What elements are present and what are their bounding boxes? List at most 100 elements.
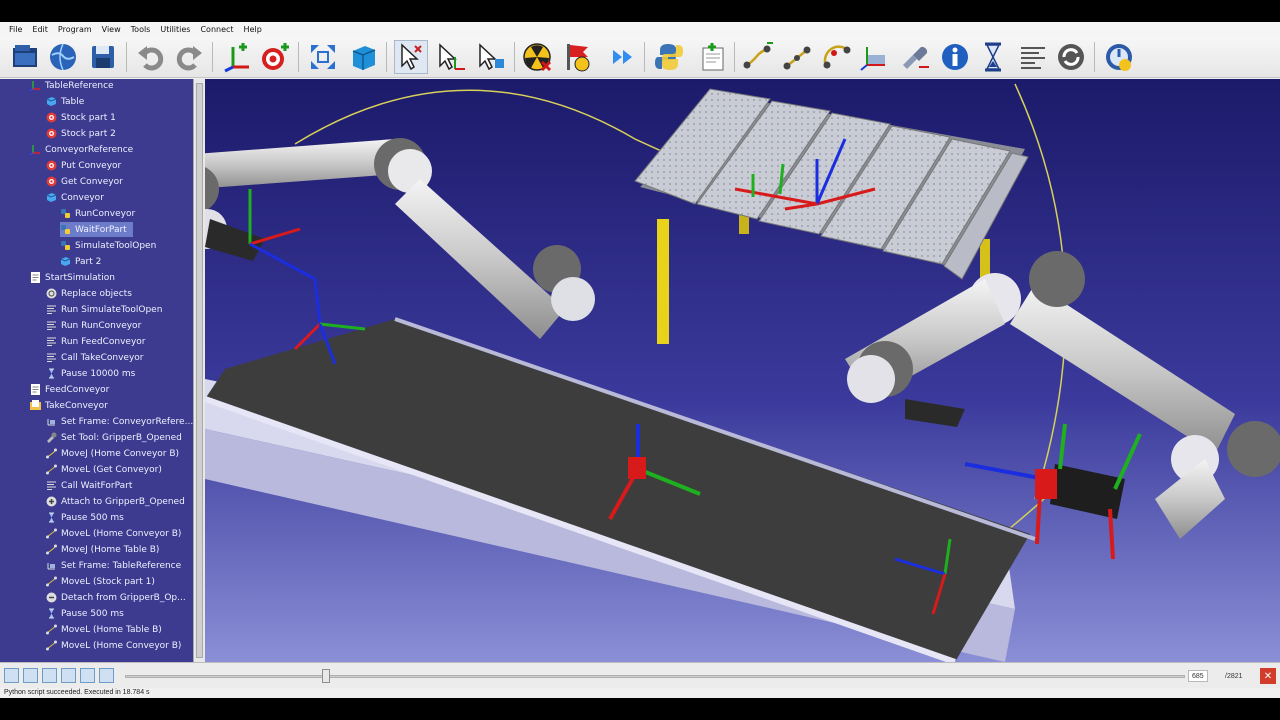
loop-icon[interactable] [99,668,114,683]
save-icon[interactable] [86,40,120,74]
tree-item[interactable]: Set Tool: GripperB_Opened [46,430,182,445]
redo-icon[interactable] [172,40,206,74]
undo-icon[interactable] [134,40,168,74]
target-icon [46,160,57,171]
play-icon[interactable] [42,668,57,683]
tree-scrollbar[interactable] [193,79,205,662]
tree-item[interactable]: Part 2 [60,254,101,269]
tree-item[interactable]: Set Frame: ConveyorRefere... [46,414,193,429]
current-frame-field[interactable]: 685 [1188,670,1208,682]
tree-scrollbar-thumb[interactable] [196,83,203,658]
online-library-icon[interactable] [46,40,80,74]
menu-utilities[interactable]: Utilities [155,25,195,34]
connect-robot-icon[interactable] [1102,40,1136,74]
tree-item[interactable]: Run RunConveyor [46,318,141,333]
move-joint-icon[interactable] [740,40,774,74]
target-icon [46,176,57,187]
3d-viewport[interactable] [205,79,1280,662]
tree-item[interactable]: Get Conveyor [46,174,123,189]
isometric-view-icon[interactable] [346,40,380,74]
detach-icon [46,592,57,603]
move-linear-icon[interactable] [780,40,814,74]
tree-item[interactable]: Stock part 1 [46,110,116,125]
tree-item[interactable]: Set Frame: TableReference [46,558,181,573]
add-target-icon[interactable] [258,40,292,74]
menu-file[interactable]: File [4,25,27,34]
tree-item[interactable]: FeedConveyor [30,382,109,397]
move-circular-icon[interactable] [820,40,854,74]
last-frame-icon[interactable] [80,668,95,683]
menu-tools[interactable]: Tools [126,25,156,34]
rotate-icon[interactable] [1054,40,1088,74]
program-call-icon [46,320,57,331]
timeline-track[interactable] [125,675,1185,678]
check-collisions-icon[interactable] [520,40,554,74]
object-icon [46,192,57,203]
tree-item[interactable]: Call WaitForPart [46,478,132,493]
tree-item[interactable]: Pause 10000 ms [46,366,135,381]
tree-item[interactable]: Pause 500 ms [46,510,124,525]
select-icon[interactable] [394,40,428,74]
pause-icon[interactable] [976,40,1010,74]
tree-item[interactable]: SimulateToolOpen [60,238,156,253]
tree-item-label: Replace objects [61,288,132,299]
menu-edit[interactable]: Edit [27,25,53,34]
tree-item[interactable]: Attach to GripperB_Opened [46,494,185,509]
tree-item[interactable]: Conveyor [46,190,104,205]
tree-item-label: Part 2 [75,256,102,267]
timeline-slider-thumb[interactable] [322,669,331,683]
move-linear-icon [46,640,57,651]
previous-frame-icon[interactable] [23,668,38,683]
tree-item[interactable]: Stock part 2 [46,126,116,141]
tree-item[interactable]: MoveL (Home Conveyor B) [46,638,181,653]
tree-item[interactable]: TableReference [29,79,114,93]
python-program-icon[interactable] [652,40,686,74]
fast-simulation-icon[interactable] [606,40,640,74]
tree-item[interactable]: MoveJ (Home Table B) [46,542,159,557]
object-icon [60,256,71,267]
tree-item[interactable]: MoveL (Home Conveyor B) [46,526,181,541]
main-toolbar [0,36,1280,78]
next-frame-icon[interactable] [61,668,76,683]
tree-item[interactable]: MoveL (Get Conveyor) [46,462,162,477]
program-call-icon [46,304,57,315]
tree-item[interactable]: MoveL (Stock part 1) [46,574,155,589]
add-reference-frame-icon[interactable] [220,40,254,74]
tree-item[interactable]: ConveyorReference [29,142,133,157]
close-icon[interactable]: ✕ [1260,668,1276,684]
tree-item[interactable]: Run SimulateToolOpen [46,302,162,317]
menu-view[interactable]: View [97,25,126,34]
menu-help[interactable]: Help [239,25,267,34]
tree-item[interactable]: Call TakeConveyor [46,350,144,365]
tree-item-label: Run FeedConveyor [61,336,146,347]
tree-item[interactable]: Pause 500 ms [46,606,124,621]
tree-item[interactable]: Replace objects [46,286,132,301]
tree-item-label: MoveL (Home Conveyor B) [61,640,182,651]
program-call-icon[interactable] [1016,40,1050,74]
tree-item-label: FeedConveyor [45,384,110,395]
tree-item[interactable]: RunConveyor [60,206,135,221]
open-station-icon[interactable] [8,40,42,74]
info-icon[interactable] [938,40,972,74]
tree-item[interactable]: Put Conveyor [46,158,121,173]
set-reference-frame-icon[interactable] [858,40,892,74]
tree-item[interactable]: Table [46,94,84,109]
tree-item[interactable]: TakeConveyor [30,398,108,413]
set-tool-frame-icon[interactable] [898,40,932,74]
tree-item[interactable]: MoveJ (Home Conveyor B) [46,446,179,461]
menu-connect[interactable]: Connect [195,25,238,34]
menu-program[interactable]: Program [53,25,97,34]
tree-item[interactable]: Detach from GripperB_Op... [46,590,186,605]
move-reference-icon[interactable] [434,40,468,74]
tree-item[interactable]: WaitForPart [60,222,133,237]
tree-item[interactable]: MoveL (Home Table B) [46,622,162,637]
total-frames-label: /2821 [1225,672,1243,680]
collision-map-icon[interactable] [560,40,594,74]
add-program-icon[interactable] [696,40,730,74]
move-object-icon[interactable] [474,40,508,74]
fit-all-icon[interactable] [306,40,340,74]
tree-item[interactable]: StartSimulation [30,270,115,285]
pause-icon [46,512,57,523]
first-frame-icon[interactable] [4,668,19,683]
tree-item[interactable]: Run FeedConveyor [46,334,145,349]
